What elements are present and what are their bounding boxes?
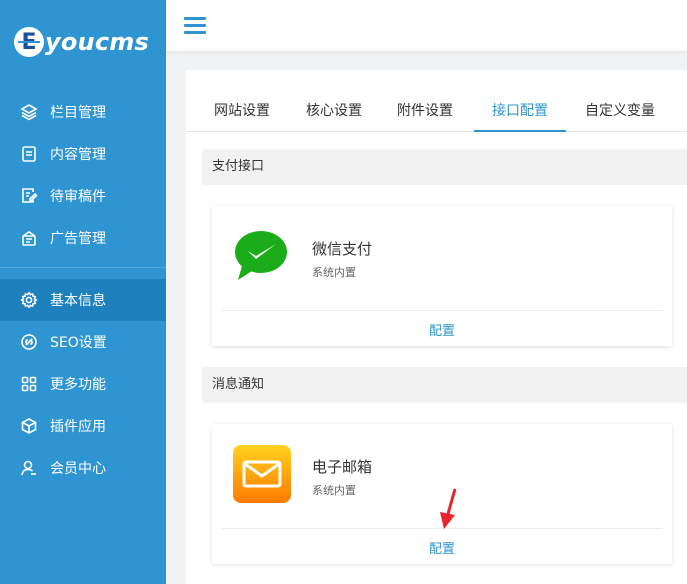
sidebar-item-seo-settings[interactable]: SEO设置 bbox=[0, 321, 166, 363]
sidebar-item-pending-review[interactable]: 待审稿件 bbox=[0, 175, 166, 217]
edit-document-icon bbox=[20, 187, 38, 205]
settings-tabs: 网站设置 核心设置 附件设置 接口配置 自定义变量 bbox=[186, 90, 687, 132]
ad-icon bbox=[20, 229, 38, 247]
section-header-notification: 消息通知 bbox=[202, 367, 687, 403]
sidebar-item-label: SEO设置 bbox=[50, 335, 107, 351]
plugin-cube-icon bbox=[20, 417, 38, 435]
card-divider bbox=[222, 310, 662, 311]
sidebar-item-label: 会员中心 bbox=[50, 461, 106, 477]
layers-icon bbox=[20, 103, 38, 121]
card-subtitle: 系统内置 bbox=[312, 266, 356, 279]
sidebar-item-label: 栏目管理 bbox=[50, 105, 106, 121]
card-subtitle: 系统内置 bbox=[312, 484, 356, 497]
configure-email-button[interactable]: 配置 bbox=[212, 538, 672, 557]
sidebar-item-label: 待审稿件 bbox=[50, 189, 106, 205]
tab-website-settings[interactable]: 网站设置 bbox=[204, 90, 280, 132]
logo[interactable]: E youcms bbox=[14, 24, 149, 60]
sidebar: E youcms 栏目管理 内容管理 待审稿件 广告管理 基本信息 SEO设置 … bbox=[0, 0, 166, 584]
grid-icon bbox=[20, 375, 38, 393]
tab-attachment-settings[interactable]: 附件设置 bbox=[387, 90, 463, 132]
section-header-payment: 支付接口 bbox=[202, 149, 687, 185]
sidebar-item-plugin-apps[interactable]: 插件应用 bbox=[0, 405, 166, 447]
sidebar-item-label: 插件应用 bbox=[50, 419, 106, 435]
card-title: 微信支付 bbox=[312, 240, 373, 258]
logo-badge: E bbox=[14, 27, 44, 57]
logo-text: youcms bbox=[45, 28, 149, 56]
email-icon bbox=[232, 444, 292, 504]
sidebar-item-basic-info[interactable]: 基本信息 bbox=[0, 279, 166, 321]
tab-core-settings[interactable]: 核心设置 bbox=[296, 90, 372, 132]
menu-toggle-icon[interactable] bbox=[184, 17, 206, 35]
topbar bbox=[166, 0, 687, 51]
sidebar-item-label: 内容管理 bbox=[50, 147, 106, 163]
card-wechat-pay: 微信支付 系统内置 配置 bbox=[212, 206, 672, 346]
annotation-arrow-icon bbox=[440, 488, 457, 529]
sidebar-item-member-center[interactable]: 会员中心 bbox=[0, 447, 166, 489]
tab-custom-variables[interactable]: 自定义变量 bbox=[576, 90, 664, 132]
sidebar-item-ad-management[interactable]: 广告管理 bbox=[0, 217, 166, 259]
seo-icon bbox=[20, 333, 38, 351]
sidebar-item-label: 广告管理 bbox=[50, 231, 106, 247]
nav-group-content: 栏目管理 内容管理 待审稿件 广告管理 bbox=[0, 91, 166, 259]
sidebar-item-label: 基本信息 bbox=[50, 293, 106, 309]
wechat-pay-icon bbox=[232, 226, 292, 286]
sidebar-item-more-features[interactable]: 更多功能 bbox=[0, 363, 166, 405]
gear-icon bbox=[20, 291, 38, 309]
user-icon bbox=[20, 459, 38, 477]
card-title: 电子邮箱 bbox=[312, 458, 373, 476]
nav-group-system: 基本信息 SEO设置 更多功能 插件应用 会员中心 bbox=[0, 279, 166, 489]
sidebar-item-column-management[interactable]: 栏目管理 bbox=[0, 91, 166, 133]
configure-wechat-pay-button[interactable]: 配置 bbox=[212, 320, 672, 339]
tab-interface-config[interactable]: 接口配置 bbox=[474, 90, 566, 132]
sidebar-item-content-management[interactable]: 内容管理 bbox=[0, 133, 166, 175]
nav-divider bbox=[0, 267, 166, 268]
document-icon bbox=[20, 145, 38, 163]
sidebar-item-label: 更多功能 bbox=[50, 377, 106, 393]
